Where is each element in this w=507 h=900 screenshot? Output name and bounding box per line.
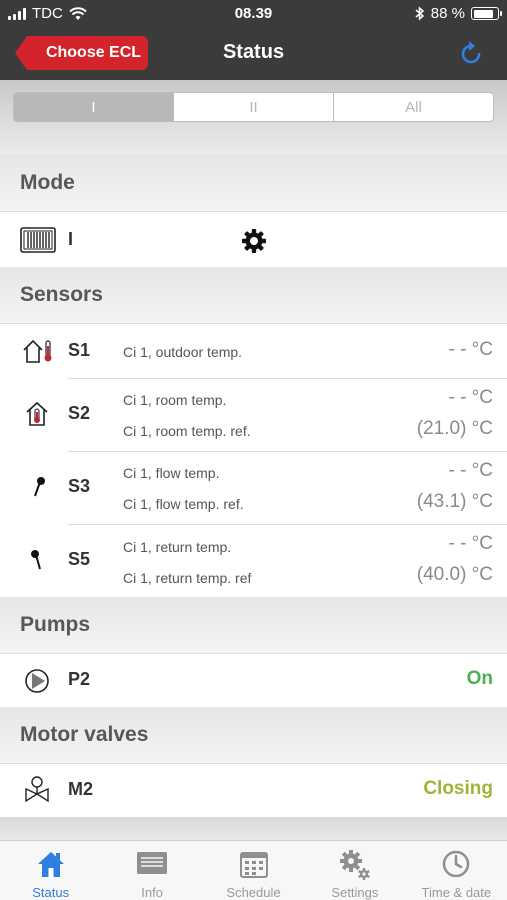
sensor-code: S2 (68, 403, 91, 423)
gears-icon (339, 850, 370, 880)
sensor-ref-label: Ci 1, flow temp. ref. (123, 496, 244, 512)
battery-icon (471, 7, 502, 20)
sensor-ref-value: (43.1) °C (416, 491, 493, 512)
sensor-row-s1[interactable]: S1 Ci 1, outdoor temp. - - °C (0, 324, 507, 378)
sensor-label: Ci 1, outdoor temp. (123, 344, 243, 360)
mode-value: I (68, 229, 74, 249)
return-sensor-icon (31, 550, 41, 570)
mode-row[interactable]: I (0, 211, 507, 267)
sensor-code: S5 (68, 549, 91, 569)
page-title: Status (222, 41, 285, 63)
sensor-ref-value: (21.0) °C (416, 418, 493, 439)
valve-row-m2[interactable]: M2 Closing (0, 763, 507, 817)
valve-status: Closing (423, 778, 493, 799)
status-bar: TDC 08.39 88 % (0, 0, 507, 28)
sensor-row-s2[interactable]: S2 Ci 1, room temp. - - °C Ci 1, room te… (0, 379, 507, 451)
sensor-label: Ci 1, room temp. (123, 392, 227, 408)
sensor-value: - - °C (448, 460, 493, 481)
sensor-row-s5[interactable]: S5 Ci 1, return temp. - - °C Ci 1, retur… (0, 525, 507, 598)
tab-bar: Status Info Schedule Settings Time & dat… (0, 840, 507, 900)
gear-icon[interactable] (241, 228, 267, 254)
radiator-icon (20, 227, 56, 253)
sensor-ref-label: Ci 1, return temp. ref (123, 570, 252, 586)
pump-status: On (466, 668, 493, 689)
sensors-section-header: Sensors (0, 267, 507, 323)
sensor-value: - - °C (448, 387, 493, 408)
sensor-value: - - °C (448, 533, 493, 554)
tab-info[interactable]: Info (101, 841, 202, 900)
tab-time-date[interactable]: Time & date (406, 841, 507, 900)
pump-code: P2 (68, 669, 91, 689)
home-icon (37, 852, 64, 877)
segment-circuit-2[interactable]: II (173, 93, 333, 121)
bluetooth-icon (415, 6, 424, 21)
flow-sensor-icon (34, 477, 45, 497)
segment-circuit-1[interactable]: I (14, 93, 173, 121)
battery-percent: 88 % (430, 5, 465, 22)
calendar-icon (239, 852, 268, 878)
outdoor-sensor-icon (23, 339, 52, 363)
circuit-segmented-control: I II All (13, 92, 494, 122)
segment-all[interactable]: All (333, 93, 493, 121)
pumps-section-header: Pumps (0, 597, 507, 653)
sensor-ref-value: (40.0) °C (416, 564, 493, 585)
list-bottom-shade (0, 817, 507, 840)
sensor-row-s3[interactable]: S3 Ci 1, flow temp. - - °C Ci 1, flow te… (0, 452, 507, 524)
tab-status[interactable]: Status (0, 841, 101, 900)
refresh-icon[interactable] (457, 40, 485, 68)
sensor-value: - - °C (448, 339, 493, 360)
tab-settings[interactable]: Settings (304, 841, 405, 900)
nav-bar: Choose ECL Status (0, 28, 507, 80)
valve-code: M2 (68, 779, 94, 799)
sensor-label: Ci 1, return temp. (123, 539, 232, 555)
info-icon (137, 852, 168, 874)
pump-icon (25, 669, 49, 693)
sensor-label: Ci 1, flow temp. (123, 465, 220, 481)
sensor-code: S1 (68, 340, 91, 360)
tab-schedule[interactable]: Schedule (203, 841, 304, 900)
pump-row-p2[interactable]: P2 On (0, 653, 507, 707)
mode-section-header: Mode (0, 155, 507, 211)
room-sensor-icon (26, 401, 48, 426)
valves-section-header: Motor valves (0, 707, 507, 763)
circuit-selector-area: I II All (0, 80, 507, 155)
valve-icon (25, 776, 49, 803)
clock-icon (443, 850, 470, 878)
sensors-list: S1 Ci 1, outdoor temp. - - °C S2 Ci 1, r… (0, 323, 507, 597)
sensor-code: S3 (68, 476, 91, 496)
sensor-ref-label: Ci 1, room temp. ref. (123, 423, 251, 439)
